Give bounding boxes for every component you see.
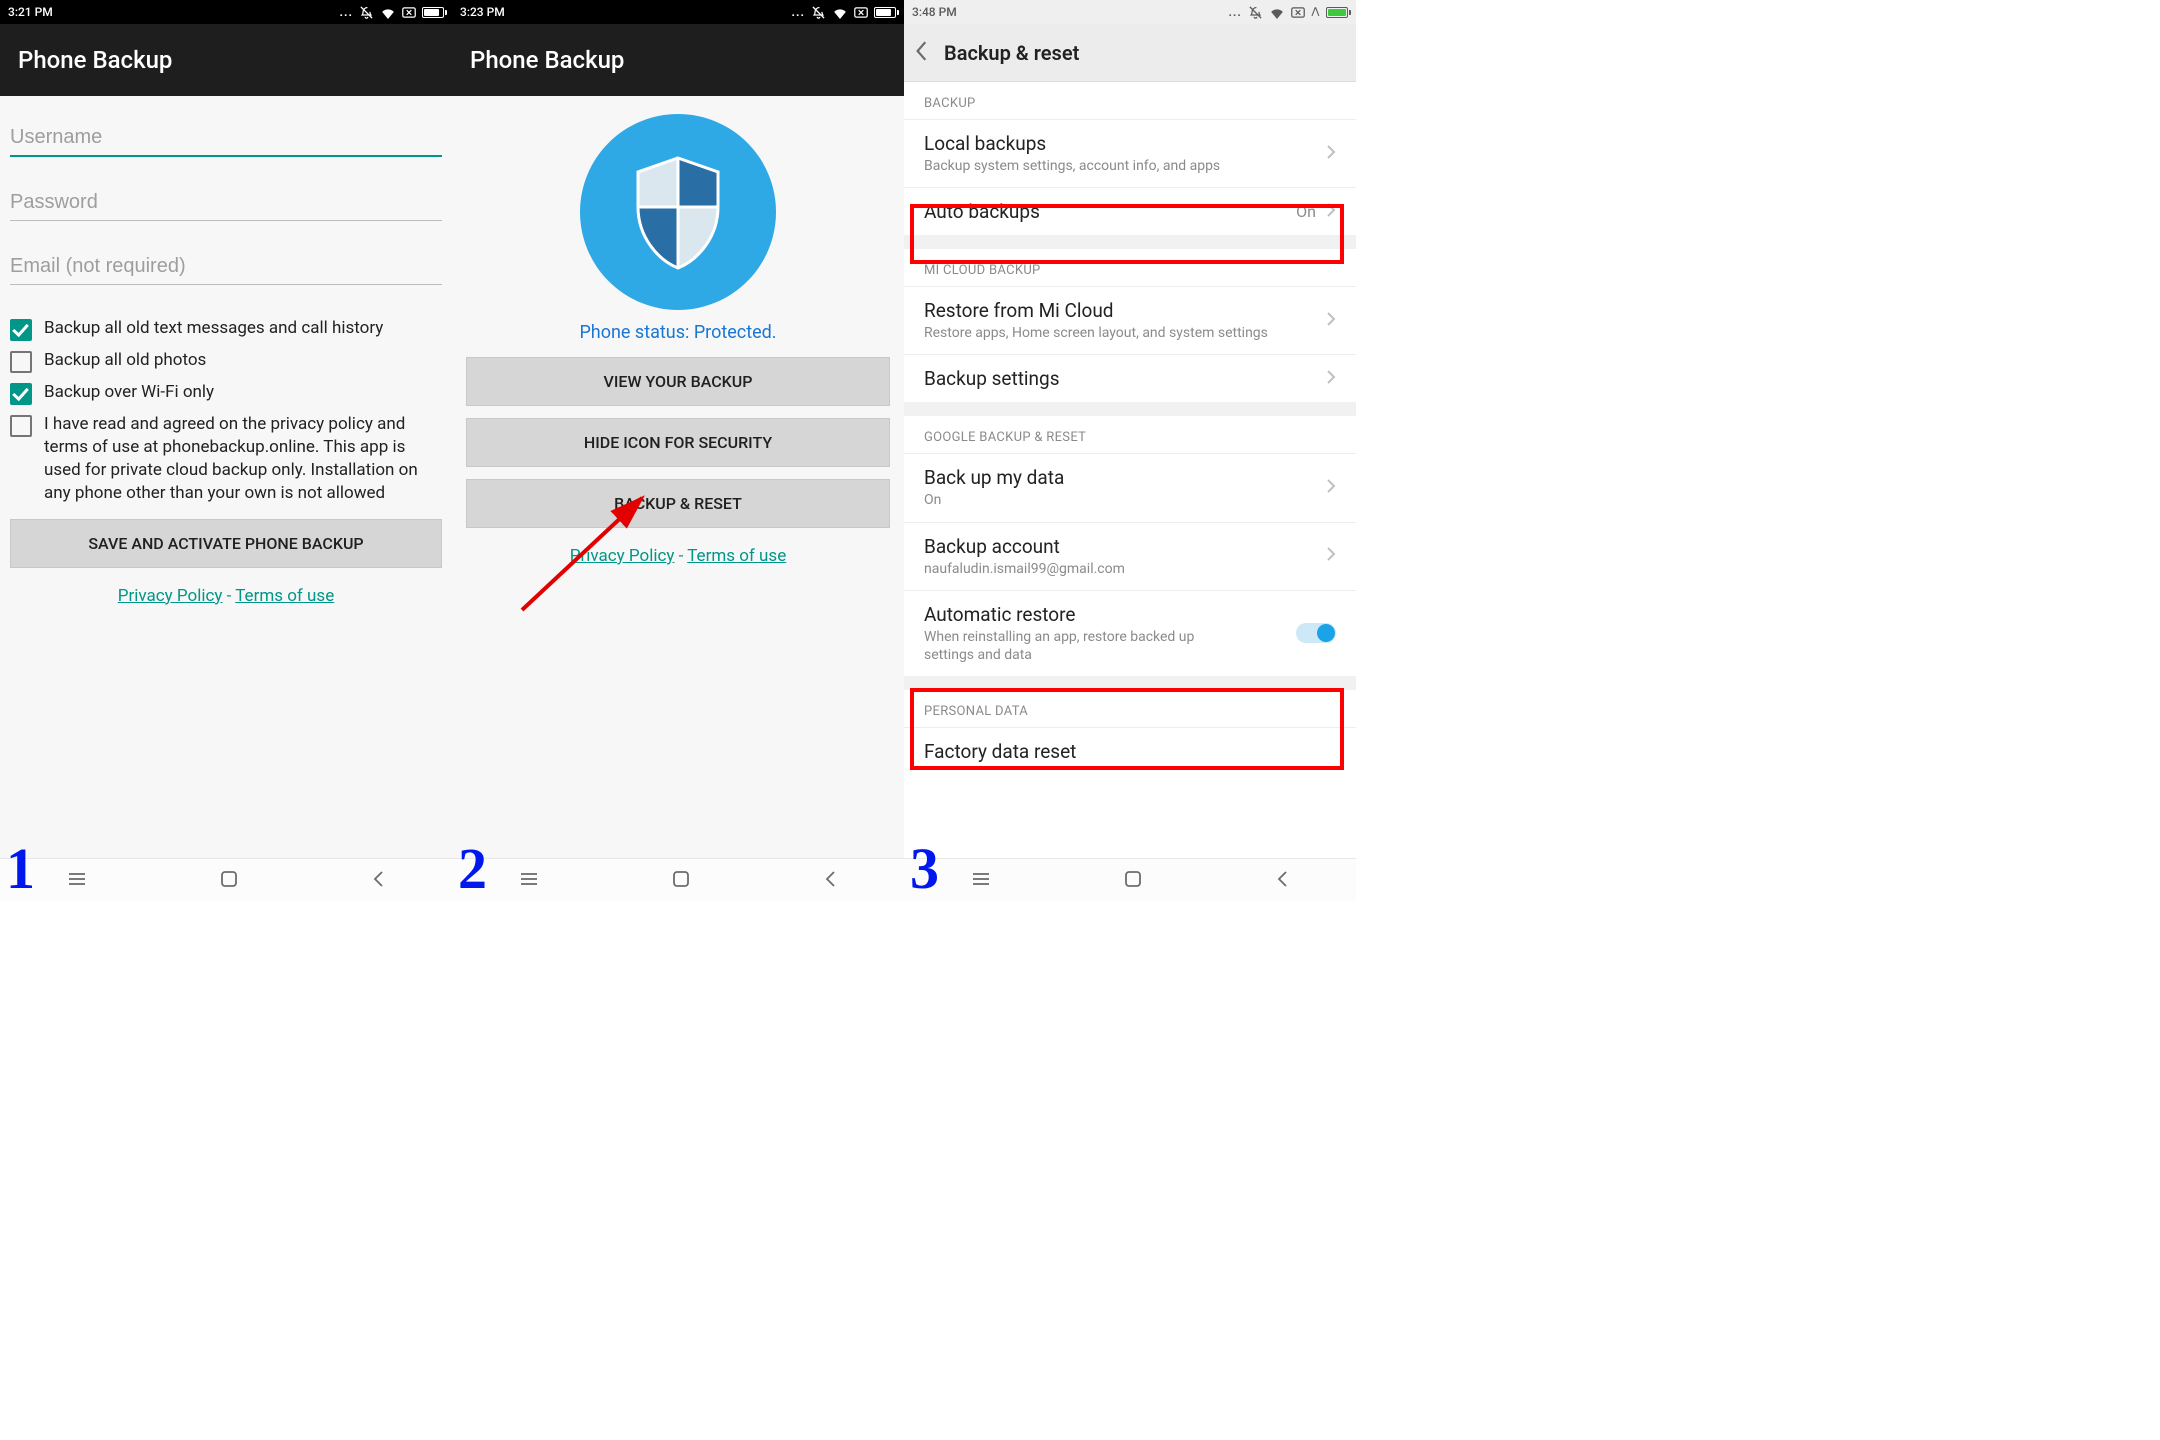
status-bar: 3:48 PM ... 𐌡 xyxy=(904,0,1356,24)
more-icon: ... xyxy=(792,5,805,19)
item-local-backups[interactable]: Local backupsBackup system settings, acc… xyxy=(904,119,1356,187)
chevron-right-icon xyxy=(1326,144,1336,164)
back-icon[interactable] xyxy=(371,870,385,892)
terms-link[interactable]: Terms of use xyxy=(687,546,786,566)
recents-icon[interactable] xyxy=(519,871,539,891)
home-icon[interactable] xyxy=(672,870,690,892)
x-box-icon xyxy=(1291,7,1305,18)
checkbox-texts-label: Backup all old text messages and call hi… xyxy=(44,317,383,340)
wifi-icon xyxy=(380,6,396,19)
status-bar: 3:21 PM ... xyxy=(0,0,452,24)
username-input[interactable] xyxy=(10,116,442,157)
chevron-right-icon xyxy=(1326,311,1336,331)
nav-bar xyxy=(0,858,452,902)
home-icon[interactable] xyxy=(1124,870,1142,892)
footer-links: Privacy Policy - Terms of use xyxy=(10,586,442,606)
chevron-right-icon xyxy=(1326,202,1336,222)
item-backup-my-data[interactable]: Back up my dataOn xyxy=(904,453,1356,521)
section-backup: BACKUP xyxy=(904,82,1356,119)
section-micloud: MI CLOUD BACKUP xyxy=(904,249,1356,286)
more-icon: ... xyxy=(340,5,353,19)
auto-backup-value: On xyxy=(1296,202,1316,221)
password-input[interactable] xyxy=(10,181,442,221)
checkbox-photos-label: Backup all old photos xyxy=(44,349,206,372)
toggle-auto-restore[interactable] xyxy=(1296,623,1336,643)
checkbox-photos[interactable] xyxy=(10,351,32,373)
step-number: 1 xyxy=(6,835,35,902)
phone-status-text: Phone status: Protected. xyxy=(579,322,776,343)
battery-icon xyxy=(422,7,444,18)
battery-icon xyxy=(1326,7,1348,18)
privacy-link[interactable]: Privacy Policy xyxy=(118,586,223,606)
shield-icon xyxy=(580,114,776,310)
privacy-link[interactable]: Privacy Policy xyxy=(570,546,675,566)
wifi-icon xyxy=(1269,6,1285,19)
section-google: GOOGLE BACKUP & RESET xyxy=(904,416,1356,453)
clock: 3:48 PM xyxy=(912,5,957,19)
clock: 3:21 PM xyxy=(8,5,53,19)
home-icon[interactable] xyxy=(220,870,238,892)
chevron-right-icon xyxy=(1326,369,1336,389)
backup-reset-button[interactable]: BACKUP & RESET xyxy=(466,479,890,528)
settings-header: Backup & reset xyxy=(904,24,1356,82)
item-backup-account[interactable]: Backup accountnaufaludin.ismail99@gmail.… xyxy=(904,522,1356,590)
mute-icon xyxy=(359,5,374,20)
chevron-right-icon xyxy=(1326,546,1336,566)
back-icon[interactable] xyxy=(823,870,837,892)
mute-icon xyxy=(1248,5,1263,20)
settings-title: Backup & reset xyxy=(944,41,1079,65)
save-activate-button[interactable]: SAVE AND ACTIVATE PHONE BACKUP xyxy=(10,519,442,568)
item-backup-settings[interactable]: Backup settings xyxy=(904,354,1356,402)
hide-icon-button[interactable]: HIDE ICON FOR SECURITY xyxy=(466,418,890,467)
app-title: Phone Backup xyxy=(470,46,624,74)
step-number: 3 xyxy=(910,835,939,902)
item-auto-backups[interactable]: Auto backups On xyxy=(904,187,1356,235)
screen-1: 3:21 PM ... Phone Backup Backup all old … xyxy=(0,0,452,902)
checkbox-agree-label: I have read and agreed on the privacy po… xyxy=(44,413,442,505)
section-personal: PERSONAL DATA xyxy=(904,690,1356,727)
footer-links: Privacy Policy - Terms of use xyxy=(466,546,890,566)
app-header: Phone Backup xyxy=(0,24,452,96)
item-automatic-restore[interactable]: Automatic restoreWhen reinstalling an ap… xyxy=(904,590,1356,676)
item-factory-reset[interactable]: Factory data reset xyxy=(904,727,1356,775)
view-backup-button[interactable]: VIEW YOUR BACKUP xyxy=(466,357,890,406)
checkbox-wifi-label: Backup over Wi-Fi only xyxy=(44,381,214,404)
chevron-right-icon xyxy=(1326,478,1336,498)
wifi-icon xyxy=(832,6,848,19)
recents-icon[interactable] xyxy=(67,871,87,891)
step-number: 2 xyxy=(458,835,487,902)
nav-bar xyxy=(904,858,1356,902)
clock: 3:23 PM xyxy=(460,5,505,19)
screen-3: 3:48 PM ... 𐌡 Backup & reset BACKUP Loca… xyxy=(904,0,1356,902)
screen-2: 3:23 PM ... Phone Backup xyxy=(452,0,904,902)
checkbox-wifi[interactable] xyxy=(10,383,32,405)
recents-icon[interactable] xyxy=(971,871,991,891)
app-title: Phone Backup xyxy=(18,46,172,74)
charging-icon: 𐌡 xyxy=(1311,5,1320,19)
back-icon[interactable] xyxy=(1275,870,1289,892)
app-header: Phone Backup xyxy=(452,24,904,96)
battery-icon xyxy=(874,7,896,18)
email-input[interactable] xyxy=(10,245,442,285)
checkbox-agree[interactable] xyxy=(10,415,32,437)
back-chevron-icon[interactable] xyxy=(914,40,930,66)
status-bar: 3:23 PM ... xyxy=(452,0,904,24)
more-icon: ... xyxy=(1228,5,1241,19)
item-restore-micloud[interactable]: Restore from Mi CloudRestore apps, Home … xyxy=(904,286,1356,354)
checkbox-texts[interactable] xyxy=(10,319,32,341)
mute-icon xyxy=(811,5,826,20)
nav-bar xyxy=(452,858,904,902)
x-box-icon xyxy=(854,7,868,18)
x-box-icon xyxy=(402,7,416,18)
terms-link[interactable]: Terms of use xyxy=(235,586,334,606)
